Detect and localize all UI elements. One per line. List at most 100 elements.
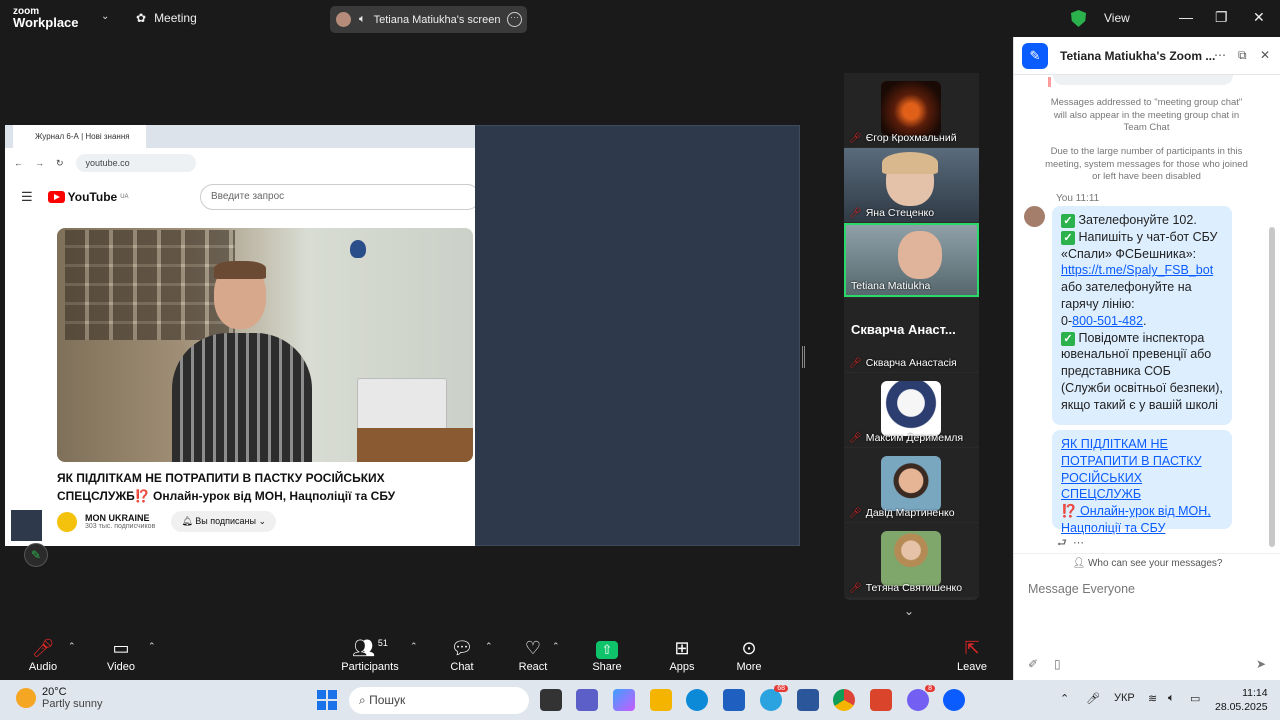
shield-icon[interactable] [1071, 10, 1086, 27]
meeting-menu[interactable]: ✿ Meeting [136, 11, 197, 25]
shared-browser-window: Журнал 6-А | Нові знання ← → ↻ youtube.c… [5, 125, 475, 546]
mic-off-icon: 🎤︎ [849, 507, 862, 519]
participant-tile[interactable]: 🎤︎ Максим Деримемля [844, 373, 979, 447]
participant-tile-active[interactable]: Tetiana Matiukha [844, 223, 979, 297]
video-link[interactable]: ЯК ПІДЛІТКАМ НЕ ПОТРАПИТИ В ПАСТКУ РОСІЙ… [1061, 437, 1202, 501]
chevron-down-icon[interactable]: ⌄ [101, 11, 109, 22]
popout-icon[interactable]: ⧉ [1238, 48, 1247, 63]
leave-icon: ⇱ [964, 638, 980, 658]
sbu-emblem-icon [350, 240, 366, 258]
more-options-icon[interactable]: ⋯ [1073, 537, 1084, 549]
chrome-icon[interactable] [833, 689, 855, 711]
avatar [1024, 206, 1045, 227]
format-icon[interactable]: ✐ [1028, 657, 1038, 671]
more-options-icon[interactable]: ⋯ [1214, 48, 1226, 62]
phone-link[interactable]: 800-501-482 [1072, 314, 1143, 328]
screen-share-label: Tetiana Matiukha's screen [373, 13, 501, 26]
chevron-up-icon[interactable]: ⌃ [1060, 692, 1069, 705]
zoom-icon[interactable] [943, 689, 965, 711]
participant-tile[interactable]: 🎤︎ Тетяна Святишенко [844, 523, 979, 597]
tab-title: Журнал 6-А | Нові знання [35, 132, 130, 141]
send-icon[interactable]: ➤ [1256, 657, 1266, 671]
file-explorer-icon[interactable] [650, 689, 672, 711]
participant-tile[interactable]: Скварча Анаст... 🎤︎ Скварча Анастасія [844, 298, 979, 372]
message-actions[interactable]: ⮐ ⋯ [1057, 534, 1084, 553]
participant-tile[interactable]: 🎤︎ Яна Стеценко [844, 148, 979, 222]
teams-icon[interactable] [576, 689, 598, 711]
maximize-icon[interactable]: ❐ [1215, 9, 1228, 26]
chevron-down-icon[interactable]: ⌄ [904, 604, 914, 618]
pdf-icon[interactable] [870, 689, 892, 711]
chat-title: Tetiana Matiukha's Zoom ... [1060, 48, 1216, 63]
participants-button[interactable]: 👥︎ 51 Participants ⌃ [335, 638, 417, 673]
share-button[interactable]: ⇧ Share [572, 638, 642, 673]
chat-panel: ✎ Tetiana Matiukha's Zoom ... ⋯ ⧉ ✕ Mess… [1013, 37, 1280, 680]
youtube-brand: YouTube [67, 190, 118, 204]
weather-widget[interactable]: 20°C Partly sunny [16, 686, 103, 710]
more-options-icon[interactable]: ··· [507, 12, 522, 27]
telegram-link[interactable]: https://t.me/Spaly_FSB_bot [1061, 263, 1213, 277]
view-button[interactable]: View [1104, 11, 1130, 25]
apps-button[interactable]: ⊞ Apps [647, 638, 717, 673]
battery-icon[interactable]: ▭ [1190, 692, 1200, 705]
chevron-up-icon[interactable]: ⌃ [68, 641, 76, 652]
compose-icon[interactable]: ✎ [1022, 42, 1048, 69]
visibility-notice[interactable]: 👤︎ Who can see your messages? [1014, 553, 1280, 573]
video-link-cont[interactable]: Онлайн-урок від МОН, Нацполіції та СБУ [1061, 504, 1211, 535]
reply-icon[interactable]: ⮐ [1057, 537, 1067, 549]
avatar [881, 531, 941, 586]
cabinet [357, 428, 473, 462]
scrollbar[interactable] [1269, 227, 1275, 547]
task-view-icon[interactable] [540, 689, 562, 711]
viber-icon[interactable]: 8 [907, 685, 935, 711]
store-icon[interactable] [723, 689, 745, 711]
exclamation-icon: ⁉️ [1061, 504, 1077, 519]
chat-message[interactable]: ЯК ПІДЛІТКАМ НЕ ПОТРАПИТИ В ПАСТКУ РОСІЙ… [1052, 430, 1232, 535]
video-label: Video [107, 661, 135, 673]
volume-icon[interactable]: 🔈︎ [1168, 692, 1175, 705]
apps-label: Apps [669, 661, 695, 673]
avatar [881, 456, 941, 511]
participant-tile[interactable]: 🎤︎ Єгор Крохмальний [844, 73, 979, 147]
resize-handle[interactable] [802, 346, 805, 368]
avatar [881, 381, 941, 436]
participants-icon: 👥︎ 51 [352, 638, 388, 658]
minimize-icon[interactable]: — [1179, 9, 1193, 25]
word-icon[interactable] [797, 689, 819, 711]
close-icon[interactable]: ✕ [1253, 9, 1265, 26]
chat-button[interactable]: 💬︎ Chat ⌃ [427, 638, 497, 673]
chevron-up-icon[interactable]: ⌃ [552, 641, 560, 652]
video-button[interactable]: ▭ Video ⌃ [86, 638, 156, 673]
more-button[interactable]: ⊙ More [714, 638, 784, 673]
close-icon[interactable]: ✕ [1260, 48, 1270, 62]
chevron-up-icon[interactable]: ⌃ [148, 641, 156, 652]
edge-icon[interactable] [686, 689, 708, 711]
language-indicator[interactable]: УКР [1114, 692, 1135, 704]
youtube-search-input: Введите запрос [200, 184, 475, 210]
mic-icon[interactable]: 🎤︎ [1086, 692, 1100, 705]
message-input[interactable]: Message Everyone [1028, 582, 1135, 596]
screen-share-indicator[interactable]: 🔈︎ Tetiana Matiukha's screen ··· [330, 6, 527, 33]
react-button[interactable]: ♡ React ⌃ [498, 638, 568, 673]
chevron-up-icon[interactable]: ⌃ [410, 641, 418, 652]
taskbar-search[interactable]: ⌕ Пошук [349, 687, 529, 714]
windows-start-icon[interactable] [317, 690, 337, 710]
temperature: 20°C [42, 686, 67, 698]
chevron-up-icon[interactable]: ⌃ [485, 641, 493, 652]
search-label: Пошук [369, 693, 406, 707]
channel-logo [57, 511, 77, 532]
telegram-icon[interactable]: 68 [760, 685, 788, 711]
react-label: React [518, 661, 548, 673]
annotate-icon[interactable]: ✎ [24, 543, 48, 567]
participant-tile[interactable]: 🎤︎ Давід Мартиненко [844, 448, 979, 522]
copilot-icon[interactable] [613, 689, 635, 711]
leave-button[interactable]: ⇱ Leave [937, 638, 1007, 673]
audio-button[interactable]: 🎤︎ Audio ⌃ [8, 638, 78, 673]
file-icon[interactable]: ▯ [1054, 657, 1061, 671]
apps-icon: ⊞ [674, 638, 690, 658]
subscribed-label: Вы подписаны [195, 516, 256, 526]
wifi-icon[interactable]: ≋ [1148, 692, 1157, 705]
chat-message[interactable]: ✓ Зателефонуйте 102. ✓ Напишіть у чат-бо… [1052, 206, 1232, 425]
mic-off-icon: 🎤︎ [849, 357, 862, 369]
clock[interactable]: 11:14 28.05.2025 [1215, 686, 1268, 714]
